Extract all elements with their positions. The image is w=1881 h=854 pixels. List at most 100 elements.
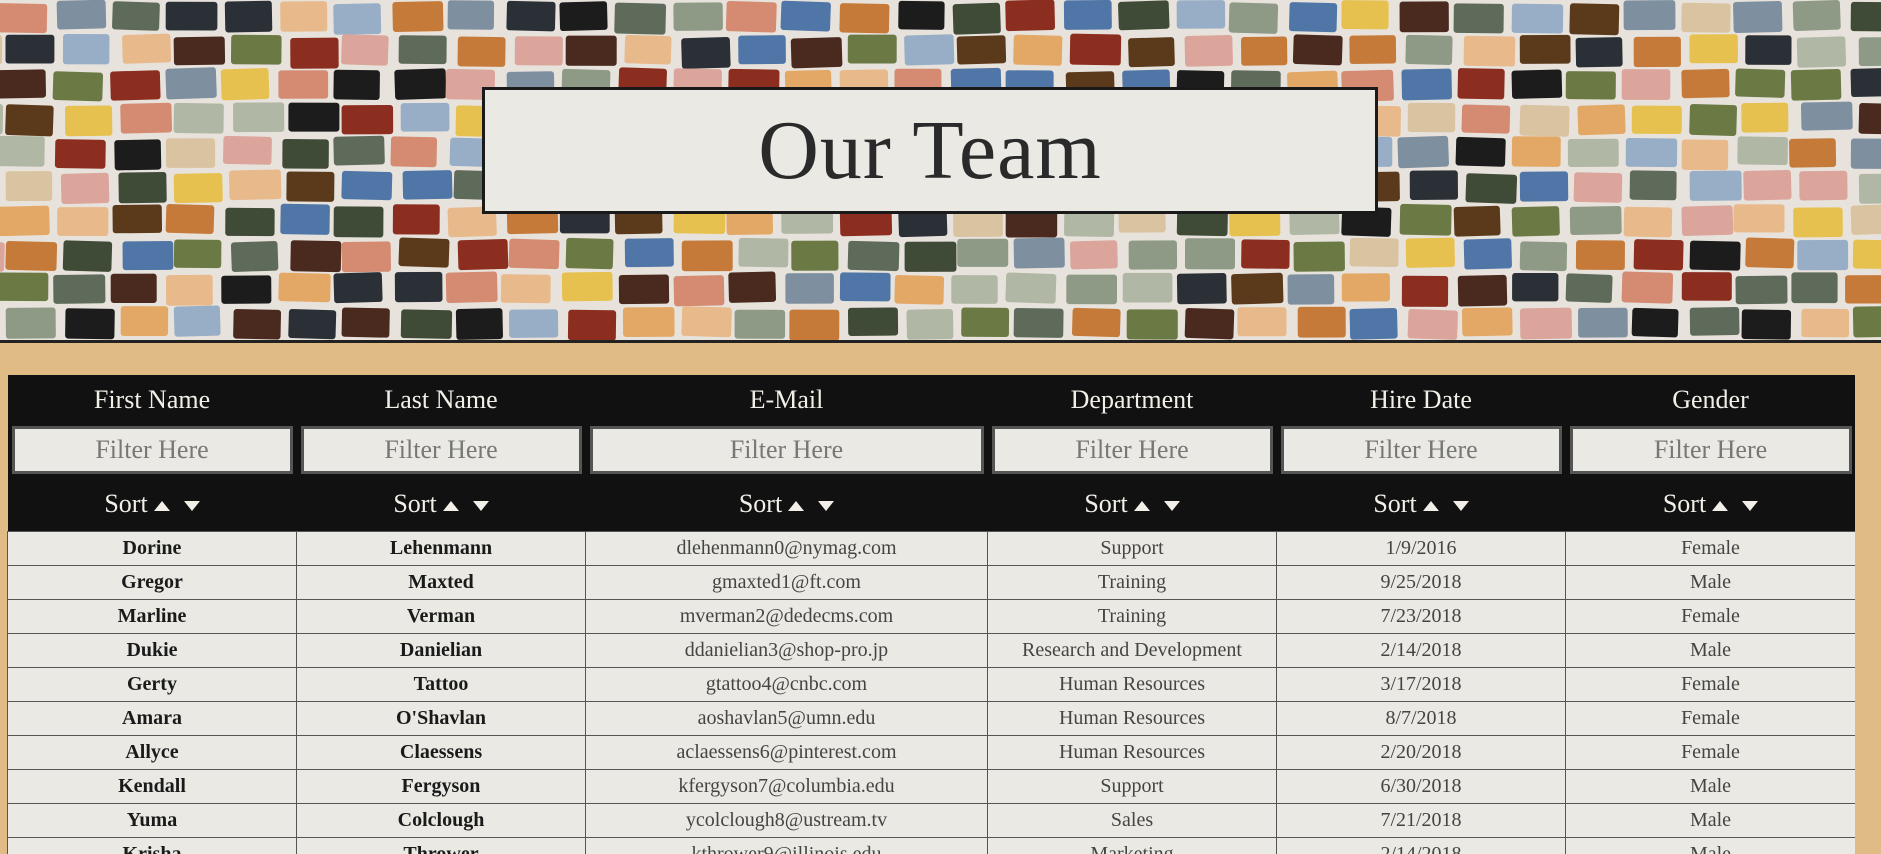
sort-control-last-name: Sort — [393, 489, 489, 519]
mosaic-tile — [0, 69, 46, 99]
sort-ascending-icon[interactable] — [1712, 500, 1729, 511]
mosaic-tile — [56, 0, 107, 30]
mosaic-tile — [1461, 104, 1511, 134]
mosaic-tile — [173, 173, 223, 204]
mosaic-tile — [222, 135, 272, 165]
mosaic-tile — [673, 275, 725, 307]
table-row: Yuma Colclough ycolclough8@ustream.tv Sales… — [7, 803, 1855, 838]
sort-cell-hire-date: Sort — [1276, 476, 1566, 532]
mosaic-tile — [1741, 102, 1789, 133]
mosaic-tile — [618, 274, 670, 305]
mosaic-tile — [1735, 275, 1788, 305]
mosaic-tile — [228, 169, 282, 201]
mosaic-tile — [1623, 206, 1673, 238]
mosaic-tile — [173, 239, 222, 269]
mosaic-tile — [1013, 34, 1063, 66]
mosaic-tile — [0, 3, 48, 34]
mosaic-tile — [1465, 173, 1518, 204]
cell-email: gmaxted1@ft.com — [585, 565, 988, 600]
mosaic-tile — [1349, 237, 1399, 268]
cell-first-name: Yuma — [7, 803, 297, 838]
sort-ascending-icon[interactable] — [788, 500, 805, 511]
cell-gender: Female — [1565, 599, 1855, 634]
mosaic-tile — [278, 70, 329, 99]
cell-gender: Female — [1565, 667, 1855, 702]
cell-hire-date: 2/14/2018 — [1276, 633, 1566, 668]
mosaic-tile — [0, 272, 49, 302]
cell-department: Training — [987, 599, 1277, 634]
sort-cell-gender: Sort — [1565, 476, 1855, 532]
table-row: Allyce Claessens aclaessens6@pinterest.com… — [7, 735, 1855, 770]
sort-ascending-icon[interactable] — [153, 500, 170, 511]
mosaic-tile — [951, 275, 998, 304]
mosaic-tile — [110, 273, 157, 304]
mosaic-tile — [1745, 237, 1795, 269]
mosaic-tile — [1850, 204, 1881, 235]
sort-descending-icon[interactable] — [472, 500, 489, 511]
filter-input-hire-date[interactable] — [1280, 426, 1562, 474]
mosaic-tile — [1567, 138, 1619, 168]
filter-cell-email — [585, 424, 988, 476]
mosaic-tile — [290, 37, 339, 69]
mosaic-tile — [674, 342, 723, 343]
mosaic-tile — [1799, 170, 1848, 201]
cell-first-name: Gregor — [7, 565, 297, 600]
sort-descending-icon[interactable] — [1742, 500, 1759, 511]
title-box: Our Team — [482, 87, 1378, 214]
mosaic-tile — [110, 70, 161, 101]
mosaic-tile — [233, 102, 285, 133]
sort-descending-icon[interactable] — [1452, 500, 1469, 511]
mosaic-tile — [1681, 342, 1731, 343]
mosaic-tile — [1569, 3, 1620, 36]
mosaic-tile — [1349, 307, 1398, 340]
sort-descending-icon[interactable] — [183, 500, 200, 511]
team-table: First Name Last Name E-Mail Department Hire … — [7, 375, 1855, 854]
filter-input-department[interactable] — [991, 426, 1273, 474]
mosaic-tile — [1633, 36, 1681, 68]
mosaic-tile — [57, 207, 109, 236]
filter-cell-first-name — [7, 424, 297, 476]
sort-descending-icon[interactable] — [1163, 500, 1180, 511]
mosaic-tile — [1801, 308, 1850, 338]
sort-descending-icon[interactable] — [818, 500, 835, 511]
cell-last-name: Maxted — [296, 565, 586, 600]
mosaic-tile — [1457, 68, 1505, 100]
sort-ascending-icon[interactable] — [442, 500, 459, 511]
cell-first-name: Kendall — [7, 769, 297, 804]
cell-email: gtattoo4@cnbc.com — [585, 667, 988, 702]
mosaic-tile — [333, 69, 380, 100]
cell-department: Human Resources — [987, 701, 1277, 736]
sort-cell-last-name: Sort — [296, 476, 586, 532]
mosaic-tile — [457, 238, 509, 271]
mosaic-tile — [1689, 307, 1740, 336]
mosaic-tile — [1789, 138, 1837, 168]
sort-ascending-icon[interactable] — [1133, 500, 1150, 511]
cell-hire-date: 1/9/2016 — [1276, 531, 1566, 566]
table-row: Dukie Danielian ddanielian3@shop-pro.jp Res… — [7, 633, 1855, 668]
mosaic-tile — [956, 35, 1007, 65]
mosaic-tile — [1569, 205, 1622, 236]
mosaic-tile — [402, 170, 453, 200]
filter-input-email[interactable] — [589, 426, 984, 474]
mosaic-tile — [1565, 273, 1613, 303]
cell-first-name: Allyce — [7, 735, 297, 770]
mosaic-tile — [5, 307, 56, 339]
filter-input-first-name[interactable] — [11, 426, 293, 474]
mosaic-tile — [1455, 136, 1506, 167]
filter-input-gender[interactable] — [1569, 426, 1852, 474]
table-row: Gerty Tattoo gtattoo4@cnbc.com Human Resour… — [7, 667, 1855, 702]
mosaic-tile — [341, 34, 389, 66]
cell-email: ddanielian3@shop-pro.jp — [585, 633, 988, 668]
mosaic-tile — [65, 308, 115, 340]
filter-input-last-name[interactable] — [300, 426, 582, 474]
mosaic-tile — [60, 172, 110, 205]
mosaic-tile — [1681, 68, 1730, 99]
cell-email: mverman2@dedecms.com — [585, 599, 988, 634]
mosaic-tile — [1122, 272, 1173, 303]
table-row: Amara O'Shavlan aoshavlan5@umn.edu Human Re… — [7, 701, 1855, 736]
mosaic-tile — [165, 1, 218, 31]
sort-control-first-name: Sort — [104, 489, 200, 519]
mosaic-tile — [390, 136, 438, 168]
sort-ascending-icon[interactable] — [1422, 500, 1439, 511]
mosaic-tile — [282, 139, 329, 169]
